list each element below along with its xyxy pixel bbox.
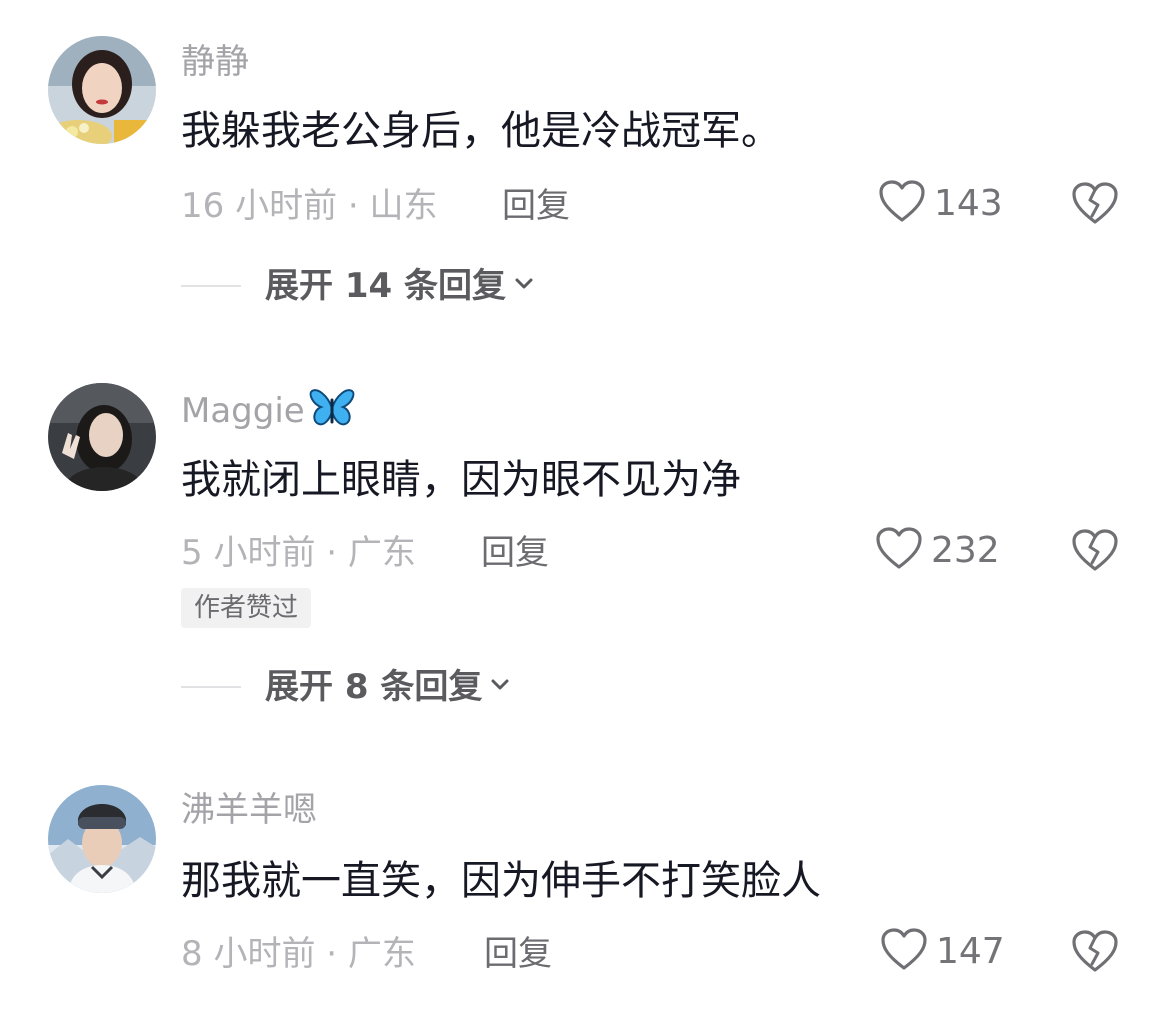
author-liked-badge: 作者赞过 (181, 588, 312, 628)
reply-button[interactable]: 回复 (502, 186, 570, 226)
like-count: 232 (931, 530, 1000, 571)
expand-replies-button[interactable]: 展开 8 条回复 (181, 667, 512, 707)
avatar[interactable] (48, 785, 156, 893)
expand-replies-label: 展开 14 条回复 (265, 266, 506, 306)
broken-heart-icon (1072, 930, 1118, 972)
like-count: 147 (936, 931, 1005, 972)
username-text: Maggie (181, 391, 305, 431)
like-button[interactable]: 147 (880, 928, 1005, 976)
comment-text: 我就闭上眼睛，因为眼不见为净 (181, 457, 741, 503)
reply-button[interactable]: 回复 (484, 934, 552, 974)
like-button[interactable]: 143 (878, 180, 1003, 228)
reply-button[interactable]: 回复 (481, 533, 549, 573)
dislike-button[interactable] (1071, 928, 1119, 976)
comment-meta: 16 小时前 · 山东 (181, 186, 438, 226)
avatar[interactable] (48, 383, 156, 491)
expand-replies-button[interactable]: 展开 14 条回复 (181, 266, 536, 306)
expand-replies-label: 展开 8 条回复 (265, 667, 483, 707)
username[interactable]: Maggie (181, 388, 355, 437)
butterfly-icon (309, 388, 355, 437)
like-count: 143 (934, 183, 1003, 224)
divider-line (181, 285, 241, 287)
username[interactable]: 沸羊羊嗯 (181, 790, 317, 830)
broken-heart-icon (1072, 529, 1118, 571)
username[interactable]: 静静 (181, 42, 249, 82)
heart-outline-icon (878, 178, 926, 230)
like-button[interactable]: 232 (875, 527, 1000, 575)
chevron-down-icon (488, 673, 512, 701)
dislike-button[interactable] (1071, 180, 1119, 228)
broken-heart-icon (1072, 182, 1118, 224)
divider-line (181, 686, 241, 688)
heart-outline-icon (875, 525, 923, 577)
comment-meta: 5 小时前 · 广东 (181, 533, 416, 573)
avatar[interactable] (48, 36, 156, 144)
heart-outline-icon (880, 926, 928, 978)
chevron-down-icon (512, 272, 536, 300)
comment-text: 我躲我老公身后，他是冷战冠军。 (181, 108, 781, 154)
dislike-button[interactable] (1071, 527, 1119, 575)
comment-meta: 8 小时前 · 广东 (181, 934, 416, 974)
comment-text: 那我就一直笑，因为伸手不打笑脸人 (181, 858, 821, 904)
